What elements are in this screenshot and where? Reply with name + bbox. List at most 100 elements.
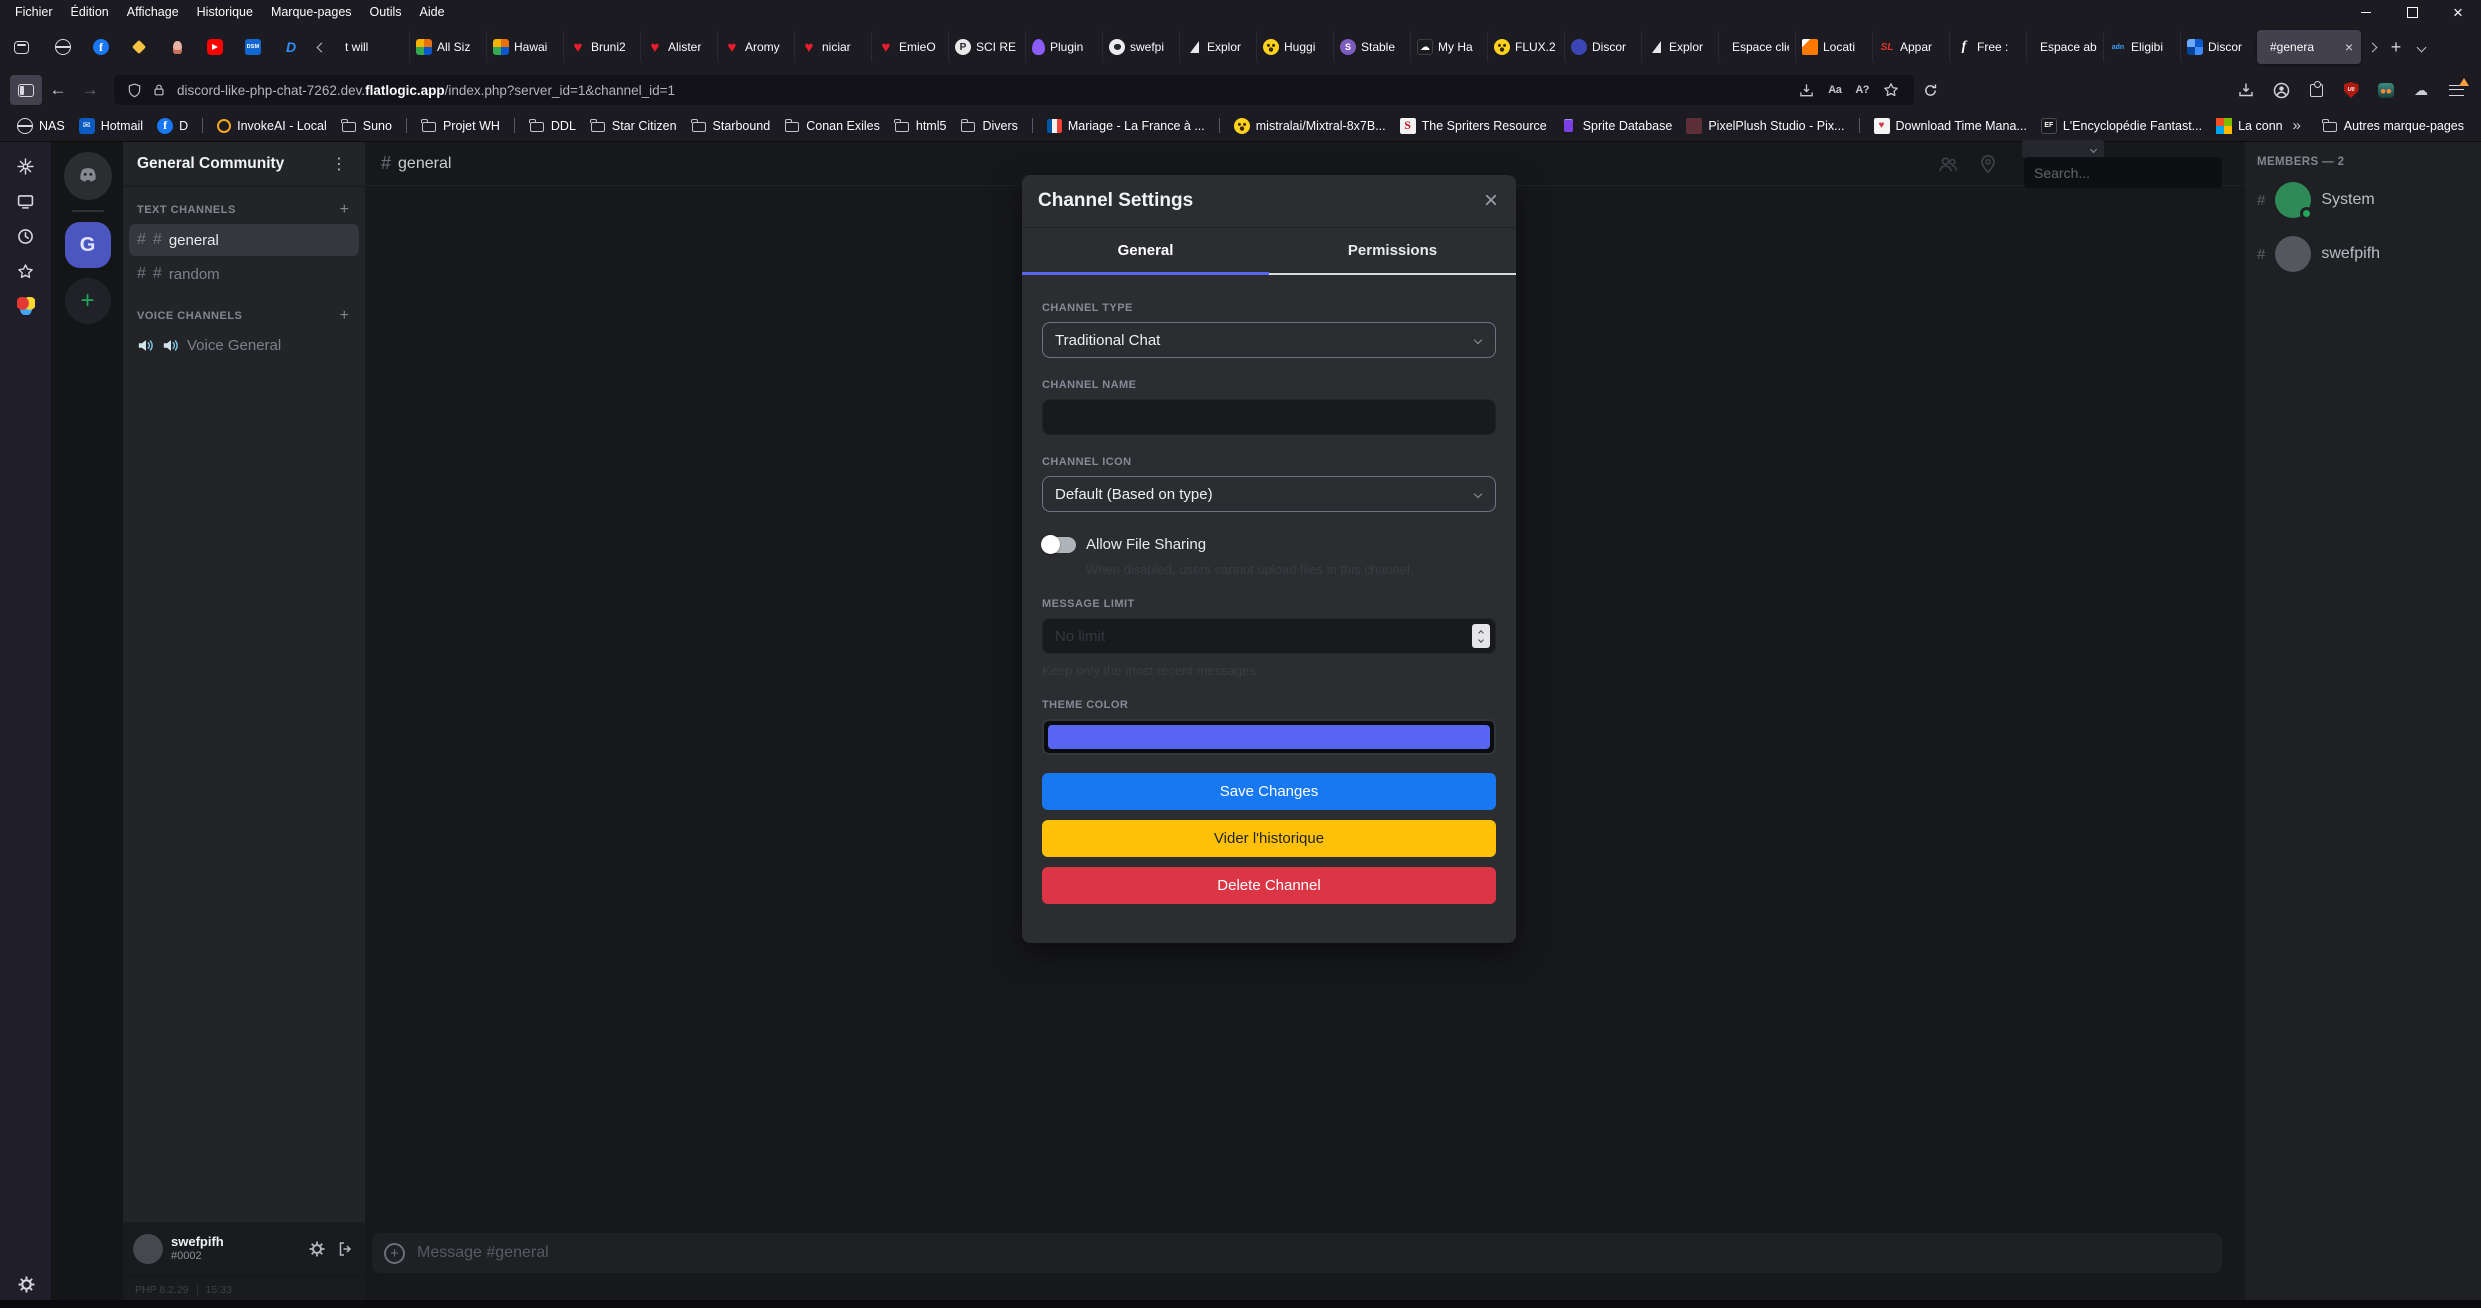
maximize-icon[interactable]	[2389, 0, 2435, 24]
bookmark-item[interactable]: Star Citizen	[583, 115, 684, 137]
message-input[interactable]: + Message #general	[372, 1233, 2222, 1273]
downloads-icon[interactable]	[2231, 75, 2261, 105]
browser-tab[interactable]: Eligibi	[2103, 30, 2180, 64]
search-input[interactable]	[2024, 157, 2222, 188]
menu-item[interactable]: Marque-pages	[262, 2, 361, 22]
number-spinner[interactable]	[1472, 624, 1490, 648]
browser-tab[interactable]: SCI RE	[948, 30, 1025, 64]
url-text[interactable]: discord-like-php-chat-7262.dev.flatlogic…	[177, 83, 1792, 98]
discord-home-button[interactable]	[64, 152, 112, 200]
add-channel-icon[interactable]: +	[336, 308, 353, 324]
back-button[interactable]: ←	[42, 75, 74, 105]
bookmark-item[interactable]	[1025, 115, 1040, 136]
reload-button[interactable]	[1914, 75, 1946, 105]
menu-item[interactable]: Outils	[361, 2, 411, 22]
app-menu-icon[interactable]	[2441, 75, 2471, 105]
sidebar-toggle-button[interactable]	[10, 75, 42, 105]
firefox-view-button[interactable]	[6, 31, 36, 63]
bookmark-item[interactable]: Suno	[334, 115, 399, 137]
forward-button[interactable]: →	[74, 75, 106, 105]
browser-tab[interactable]: Appar	[1872, 30, 1949, 64]
bookmark-item[interactable]: html5	[887, 115, 954, 137]
list-all-tabs-button[interactable]	[2409, 32, 2433, 62]
browser-tab[interactable]: Hawai	[486, 30, 563, 64]
browser-tab[interactable]: t will	[332, 30, 409, 64]
bookmark-item[interactable]: NAS	[10, 115, 72, 137]
browser-tab[interactable]: Free :	[1949, 30, 2026, 64]
member-row[interactable]: # swefpifh	[2257, 236, 2481, 272]
menu-item[interactable]: Aide	[411, 2, 454, 22]
browser-tab[interactable]: FLUX.2	[1487, 30, 1564, 64]
url-bar[interactable]: discord-like-php-chat-7262.dev.flatlogic…	[114, 75, 1914, 105]
modal-tab[interactable]: General	[1022, 228, 1269, 275]
user-avatar[interactable]	[133, 1234, 163, 1264]
browser-tab[interactable]: Alister	[640, 30, 717, 64]
modal-action-button[interactable]: Delete Channel	[1042, 867, 1496, 904]
pinned-messages-icon[interactable]	[1978, 154, 1998, 174]
menu-item[interactable]: Historique	[188, 2, 262, 22]
translate-icon[interactable]: Aa	[1828, 84, 1841, 96]
bookmark-item[interactable]: The Spriters Resource	[1393, 115, 1554, 137]
pinned-tab[interactable]	[158, 30, 196, 64]
modal-action-button[interactable]: Save Changes	[1042, 773, 1496, 810]
bookmark-item[interactable]: mistralai/Mixtral-8x7B...	[1227, 115, 1393, 137]
bookmark-item[interactable]: Hotmail	[72, 115, 150, 137]
browser-tab[interactable]: All Siz	[409, 30, 486, 64]
browser-tab[interactable]: #genera ×	[2257, 30, 2361, 64]
browser-tab[interactable]: EmieO	[871, 30, 948, 64]
pinned-tab[interactable]	[82, 30, 120, 64]
pinned-tab[interactable]	[196, 30, 234, 64]
save-page-icon[interactable]	[1799, 83, 1814, 98]
ublock-icon[interactable]: U0	[2336, 75, 2366, 105]
attach-plus-icon[interactable]: +	[384, 1243, 405, 1264]
bookmark-item[interactable]: L'Encyclopédie Fantast...	[2034, 115, 2209, 137]
channel-type-select[interactable]: Traditional Chat	[1042, 322, 1496, 358]
modal-action-button[interactable]: Vider l'historique	[1042, 820, 1496, 857]
add-server-button[interactable]: +	[65, 278, 111, 324]
extension-colors-icon[interactable]	[16, 296, 36, 316]
minimize-icon[interactable]	[2343, 0, 2389, 24]
browser-tab[interactable]: Discor	[1564, 30, 1641, 64]
bookmark-star-icon[interactable]	[1883, 82, 1899, 98]
sidebar-settings-gear-icon[interactable]	[16, 1274, 36, 1294]
browser-tab[interactable]: swefpi	[1102, 30, 1179, 64]
bookmark-item[interactable]: Divers	[953, 115, 1024, 137]
bookmark-item[interactable]: Projet WH	[414, 115, 507, 137]
account-icon[interactable]	[2266, 75, 2296, 105]
browser-tab[interactable]: Locati	[1795, 30, 1872, 64]
browser-tab[interactable]: niciar	[794, 30, 871, 64]
pinned-tab[interactable]	[272, 30, 310, 64]
browser-tab[interactable]: Discor	[2180, 30, 2257, 64]
bookmark-item[interactable]: Starbound	[684, 115, 778, 137]
text-channel-item[interactable]: # # random	[129, 258, 359, 290]
tracking-shield-icon[interactable]	[127, 83, 142, 98]
logout-icon[interactable]	[335, 1239, 355, 1259]
cloud-extension-icon[interactable]: ☁	[2406, 75, 2436, 105]
close-icon[interactable]	[2435, 0, 2481, 24]
theme-color-input[interactable]	[1042, 719, 1496, 755]
user-settings-gear-icon[interactable]	[307, 1239, 327, 1259]
tab-scroll-left-button[interactable]	[310, 30, 332, 64]
browser-tab[interactable]: Espace abo	[2026, 30, 2103, 64]
channel-icon-select[interactable]: Default (Based on type)	[1042, 476, 1496, 512]
menu-item[interactable]: Affichage	[118, 2, 188, 22]
file-sharing-toggle[interactable]	[1042, 537, 1076, 553]
browser-tab[interactable]: My Ha	[1410, 30, 1487, 64]
pinned-tab[interactable]	[44, 30, 82, 64]
member-row[interactable]: # System	[2257, 182, 2481, 218]
add-channel-icon[interactable]: +	[336, 202, 353, 218]
voice-channel-item[interactable]: Voice General	[129, 330, 359, 361]
new-tab-button[interactable]: +	[2383, 32, 2409, 62]
tab-close-icon[interactable]: ×	[2343, 39, 2355, 55]
search-filter-select[interactable]	[2022, 140, 2104, 158]
server-header[interactable]: General Community ⋮	[123, 142, 365, 186]
bookmark-item[interactable]: InvokeAI - Local	[210, 116, 334, 136]
bookmark-item[interactable]	[195, 115, 210, 136]
browser-tab[interactable]: Huggi	[1256, 30, 1333, 64]
bookmark-item[interactable]: D	[150, 115, 195, 137]
browser-tab[interactable]: Stable	[1333, 30, 1410, 64]
other-bookmarks-folder[interactable]: Autres marque-pages	[2315, 115, 2471, 137]
browser-tab[interactable]: Plugin	[1025, 30, 1102, 64]
bookmark-item[interactable]	[1212, 115, 1227, 136]
extensions-puzzle-icon[interactable]	[2301, 75, 2331, 105]
